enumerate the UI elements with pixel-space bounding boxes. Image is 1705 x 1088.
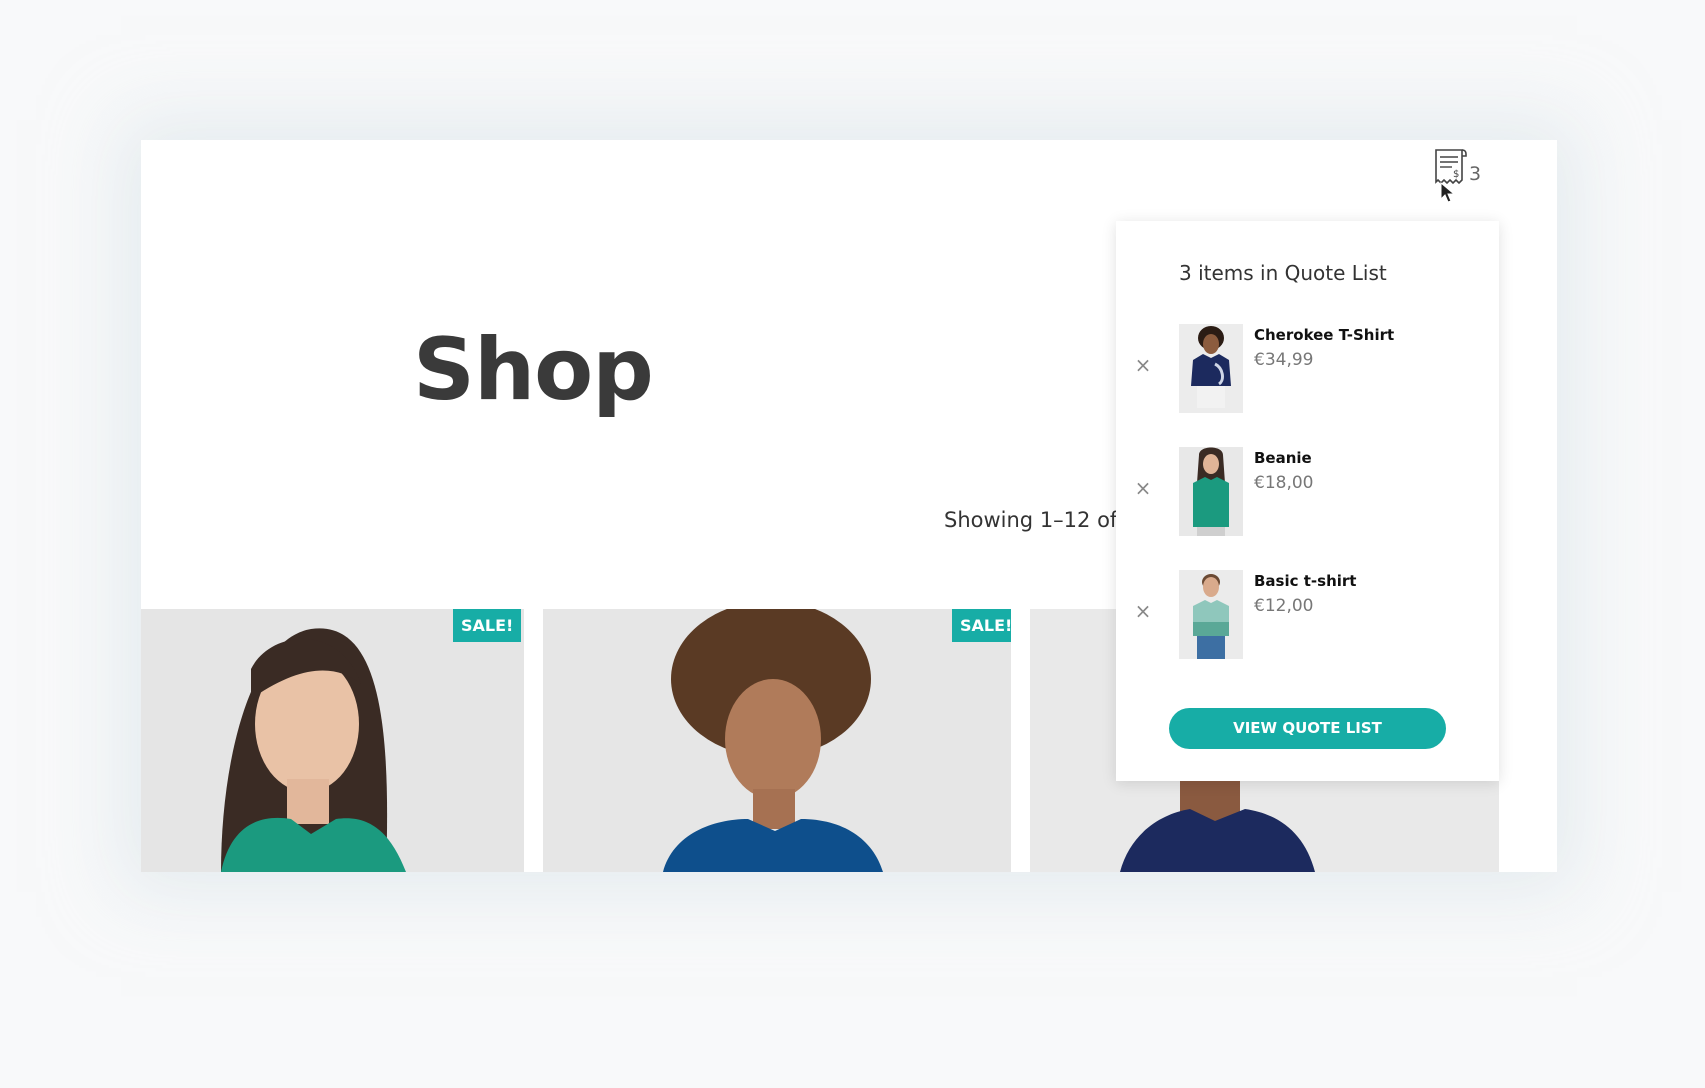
- item-name[interactable]: Cherokee T-Shirt: [1254, 326, 1394, 344]
- item-price: €12,00: [1254, 596, 1314, 616]
- item-name[interactable]: Beanie: [1254, 449, 1312, 467]
- item-thumbnail[interactable]: [1179, 324, 1243, 413]
- sale-badge: SALE!: [952, 609, 1011, 642]
- close-icon[interactable]: ×: [1130, 598, 1156, 624]
- product-image: [141, 609, 524, 872]
- item-thumbnail[interactable]: [1179, 570, 1243, 659]
- quote-list-item: × Basic t-shirt €12,00: [1116, 570, 1499, 660]
- result-count: Showing 1–12 of 5: [944, 508, 1138, 532]
- product-image: [543, 609, 1011, 872]
- quote-count-badge: 3: [1469, 163, 1482, 185]
- product-card[interactable]: SALE!: [141, 609, 524, 872]
- view-quote-list-button[interactable]: VIEW QUOTE LIST: [1169, 708, 1446, 749]
- quote-list-header: 3 items in Quote List: [1179, 261, 1387, 285]
- close-icon[interactable]: ×: [1130, 352, 1156, 378]
- shop-page: $ 3 Shop Showing 1–12 of 5 SALE! SALE! 3…: [141, 140, 1557, 872]
- quote-list-trigger[interactable]: $ 3: [1432, 145, 1496, 205]
- item-price: €34,99: [1254, 350, 1314, 370]
- mouse-cursor-icon: [1440, 182, 1456, 203]
- svg-text:$: $: [1453, 169, 1459, 180]
- product-card[interactable]: SALE!: [543, 609, 1011, 872]
- item-name[interactable]: Basic t-shirt: [1254, 572, 1356, 590]
- item-price: €18,00: [1254, 473, 1314, 493]
- quote-list-item: × Beanie €18,00: [1116, 447, 1499, 537]
- page-title: Shop: [413, 320, 654, 420]
- item-thumbnail[interactable]: [1179, 447, 1243, 536]
- sale-badge: SALE!: [453, 609, 522, 642]
- close-icon[interactable]: ×: [1130, 475, 1156, 501]
- quote-list-item: × Cherokee T-Shirt €34,99: [1116, 324, 1499, 414]
- quote-list-dropdown: 3 items in Quote List × Cherokee T-Shirt…: [1116, 221, 1499, 781]
